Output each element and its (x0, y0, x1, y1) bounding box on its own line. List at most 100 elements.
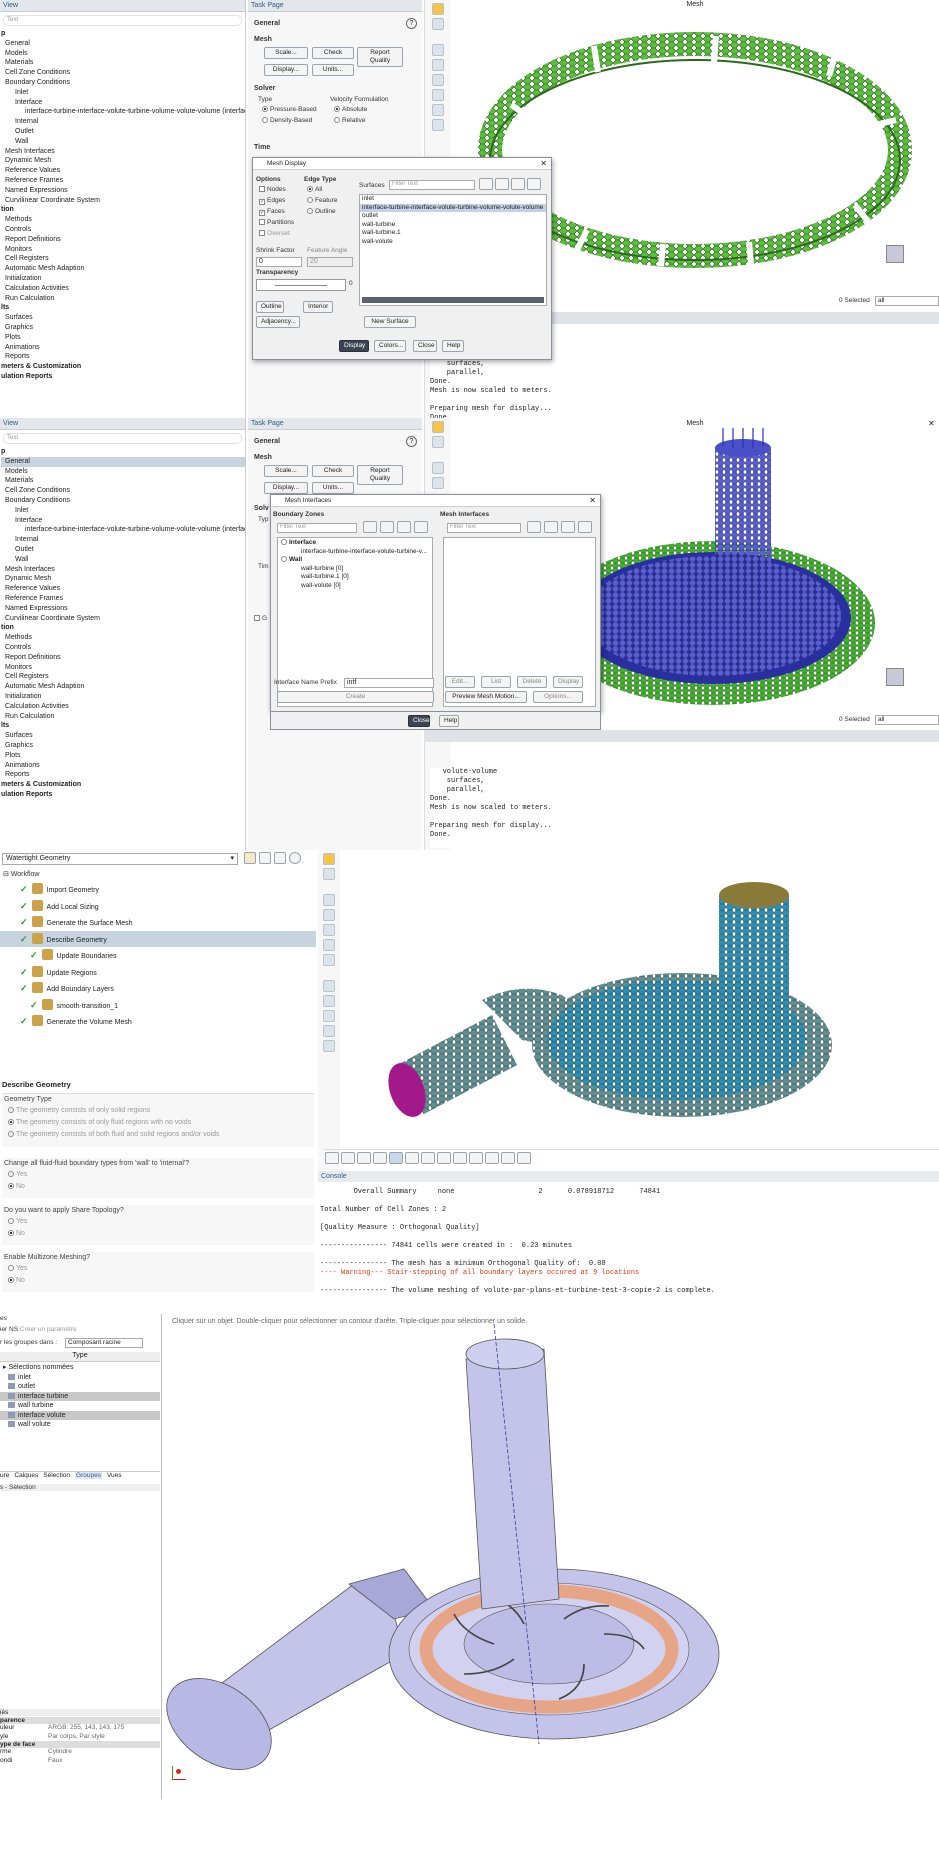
pan-icon[interactable] (323, 924, 335, 936)
report-quality-button[interactable]: Report Quality (357, 47, 403, 67)
tree-item[interactable]: Animations (1, 343, 245, 353)
zoom-area-icon[interactable] (323, 1025, 335, 1037)
tree-item[interactable]: tion (1, 205, 245, 215)
property-value[interactable]: Cylindre (48, 1748, 72, 1757)
tree-item[interactable]: Initialization (1, 692, 245, 702)
nodes-checkbox[interactable]: Nodes (259, 186, 286, 193)
info-icon[interactable] (431, 119, 444, 131)
tree-item[interactable]: lts (1, 303, 245, 313)
tree-item[interactable]: Methods (1, 633, 245, 643)
tree-item[interactable]: interface-turbine-interface-volute-turbi… (1, 107, 245, 117)
tree-item[interactable]: Internal (1, 117, 245, 127)
create-button[interactable]: Create (277, 691, 434, 703)
check-button[interactable]: Check (312, 465, 354, 477)
mi-filter-input[interactable]: Filter Text (447, 523, 521, 533)
tree-item[interactable]: Reference Values (1, 584, 245, 594)
display-button[interactable]: Display... (264, 482, 308, 494)
tree-item[interactable]: Interface (1, 98, 245, 108)
panel-tab[interactable]: ure (0, 1472, 9, 1479)
panel-tab[interactable]: Calques (14, 1472, 38, 1479)
interface-group[interactable]: Interface (281, 539, 429, 548)
geometry-type-radio[interactable]: The geometry consists of only solid regi… (8, 1105, 314, 1117)
named-selections-group[interactable]: ▸ Sélections nommées (0, 1363, 160, 1373)
pan-icon[interactable] (431, 74, 444, 86)
tree-item[interactable]: Graphics (1, 741, 245, 751)
transparency-slider[interactable] (256, 279, 346, 291)
surface-list-item[interactable]: outlet (360, 212, 546, 221)
surface-list-item[interactable]: inlet (360, 195, 546, 204)
fit-icon[interactable] (323, 980, 335, 992)
tree-item[interactable]: Animations (1, 761, 245, 771)
tree-item[interactable]: Reports (1, 770, 245, 780)
q2-no-radio[interactable]: No (8, 1228, 314, 1240)
named-selection-item[interactable]: wall volute (0, 1420, 160, 1430)
wall-group[interactable]: Wall (281, 556, 429, 565)
tree-item[interactable]: Calculation Activities (1, 284, 245, 294)
group-by-select[interactable]: Composant racine (65, 1338, 143, 1348)
tree-item[interactable]: Cell Zone Conditions (1, 486, 245, 496)
tree-item[interactable]: Models (1, 467, 245, 477)
new-surface-button[interactable]: New Surface (364, 316, 416, 328)
filter-icons[interactable] (479, 178, 541, 192)
surface-list-item[interactable]: wall-turbine (360, 221, 546, 230)
tree-item[interactable]: Outlet (1, 127, 245, 137)
named-selection-item[interactable]: inlet (0, 1373, 160, 1383)
spaceclaim-viewport[interactable]: Cliquer sur un objet. Double-cliquer pou… (164, 1314, 939, 1799)
tree-item[interactable]: Automatic Mesh Adaption (1, 682, 245, 692)
zoom-out-icon[interactable] (323, 1010, 335, 1022)
preview-mesh-motion-button[interactable]: Preview Mesh Motion... (445, 691, 527, 703)
workflow-step[interactable]: ✓ Update Regions (0, 964, 316, 981)
mi-filter-icons[interactable] (527, 521, 592, 535)
scale-button[interactable]: Scale... (264, 47, 308, 59)
feature-radio[interactable]: Feature (307, 197, 337, 204)
tree-item[interactable]: Run Calculation (1, 712, 245, 722)
help-button[interactable]: Help (439, 715, 459, 727)
panel-tab[interactable]: Vues (107, 1472, 122, 1479)
wall-zone-item[interactable]: wall-turbine [0] (301, 565, 429, 574)
report-quality-button[interactable]: Report Quality (357, 465, 403, 485)
tree-item[interactable]: Reference Values (1, 166, 245, 176)
tree-item[interactable]: Plots (1, 333, 245, 343)
workflow-step[interactable]: ✓ Add Boundary Layers (0, 980, 316, 997)
q3-yes-radio[interactable]: Yes (8, 1263, 314, 1275)
outline-button[interactable]: Outline (256, 301, 284, 313)
interface-zone-item[interactable]: interface-turbine-interface-volute-turbi… (281, 548, 429, 557)
pointer-icon[interactable] (431, 44, 444, 56)
faces-checkbox[interactable]: ✓ Faces (259, 208, 285, 216)
feature-angle-input[interactable]: 20 (307, 257, 353, 267)
absolute-radio[interactable]: Absolute (334, 106, 367, 113)
tree-item[interactable]: Cell Registers (1, 672, 245, 682)
workflow-step[interactable]: ✓ Generate the Surface Mesh (0, 914, 316, 931)
tree-item[interactable]: Curvilinear Coordinate System (1, 196, 245, 206)
tree-item[interactable]: Monitors (1, 663, 245, 673)
lightbulb-icon[interactable] (431, 421, 444, 433)
tree-item[interactable]: Initialization (1, 274, 245, 284)
named-selection-item[interactable]: outlet (0, 1382, 160, 1392)
workflow-step[interactable]: ✓ smooth-transition_1 (0, 997, 316, 1014)
zoom-icon[interactable] (323, 939, 335, 951)
tree-item[interactable]: Boundary Conditions (1, 78, 245, 88)
tree-item[interactable]: Plots (1, 751, 245, 761)
tree-item[interactable]: interface-turbine-interface-volute-turbi… (1, 525, 245, 535)
scale-button[interactable]: Scale... (264, 465, 308, 477)
tree-item[interactable]: lts (1, 721, 245, 731)
zoom-box-icon[interactable] (431, 104, 444, 116)
panel-tab[interactable]: Groupes (75, 1472, 102, 1479)
tree-item[interactable]: Run Calculation (1, 294, 245, 304)
surface-list-item[interactable]: interface-turbine-interface-volute-turbi… (360, 203, 546, 212)
list-scrollbar[interactable] (362, 297, 544, 303)
tree-item[interactable]: ulation Reports (1, 372, 245, 382)
help-icon[interactable]: ? (406, 436, 417, 447)
zoom-icon[interactable] (431, 89, 444, 101)
tree-item[interactable]: Cell Registers (1, 254, 245, 264)
close-button[interactable]: Close (408, 715, 430, 727)
tree-item[interactable]: Named Expressions (1, 604, 245, 614)
tree-item[interactable]: Monitors (1, 245, 245, 255)
tree-item[interactable]: Boundary Conditions (1, 496, 245, 506)
q1-yes-radio[interactable]: Yes (8, 1169, 314, 1181)
tree-item[interactable]: Models (1, 49, 245, 59)
tree-item[interactable]: Methods (1, 215, 245, 225)
display-button[interactable]: Display (553, 676, 583, 688)
shrink-factor-input[interactable]: 0 (256, 257, 302, 267)
tree-item[interactable]: Inlet (1, 88, 245, 98)
